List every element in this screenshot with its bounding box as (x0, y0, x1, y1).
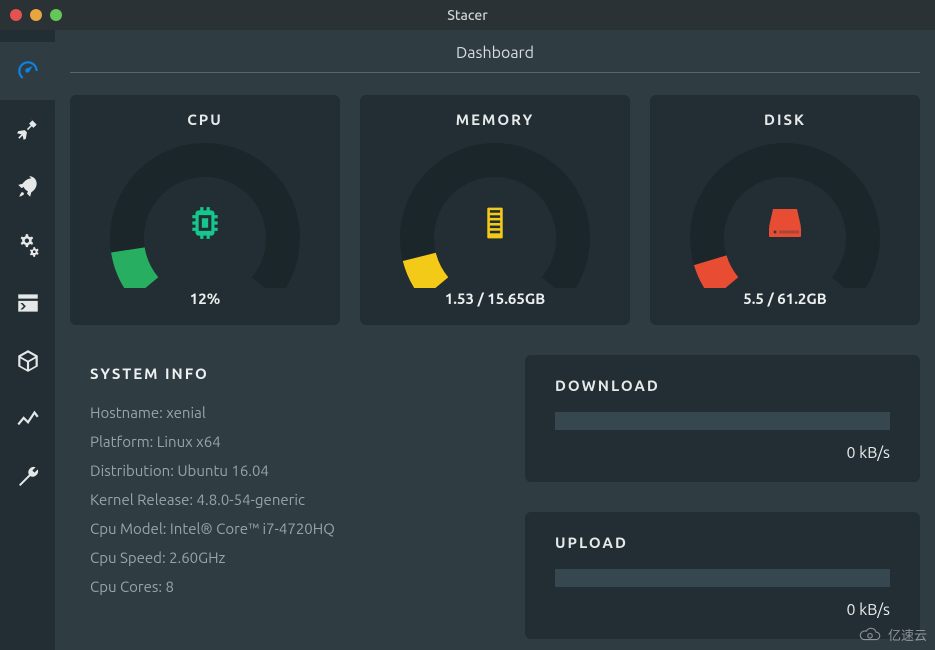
gauge-row: CPU 12% MEMORY 1.53 / 15.65 (70, 95, 920, 325)
memory-icon (479, 205, 511, 245)
upload-title: UPLOAD (555, 534, 890, 551)
system-info-row: Distribution: Ubuntu 16.04 (90, 462, 485, 479)
chart-line-icon (15, 406, 41, 432)
download-rate: 0 kB/s (555, 444, 890, 462)
cloud-icon (858, 626, 882, 644)
system-info-panel: SYSTEM INFO Hostname: xenial Platform: Li… (70, 355, 505, 639)
upload-bar (555, 569, 890, 587)
sidebar-item-services[interactable] (0, 216, 55, 274)
system-info-row: Cpu Speed: 2.60GHz (90, 549, 485, 566)
upload-card: UPLOAD 0 kB/s (525, 512, 920, 639)
sidebar-item-dashboard[interactable] (0, 42, 55, 100)
divider (70, 72, 920, 73)
memory-card: MEMORY 1.53 / 15.65GB (360, 95, 630, 325)
system-info-row: Cpu Cores: 8 (90, 578, 485, 595)
system-info-row: Platform: Linux x64 (90, 433, 485, 450)
watermark-text: 亿速云 (888, 625, 927, 644)
sidebar-item-packages[interactable] (0, 332, 55, 390)
download-bar (555, 412, 890, 430)
memory-value: 1.53 / 15.65GB (445, 290, 545, 307)
disk-value: 5.5 / 61.2GB (743, 290, 826, 307)
gears-icon (15, 232, 41, 258)
page-title: Dashboard (70, 30, 920, 72)
system-info-title: SYSTEM INFO (90, 365, 485, 382)
sidebar-item-resources[interactable] (0, 390, 55, 448)
cpu-title: CPU (187, 111, 223, 128)
package-icon (15, 348, 41, 374)
sidebar-item-cleaner[interactable] (0, 100, 55, 158)
main-content: Dashboard CPU 12% MEMORY (55, 30, 935, 650)
titlebar: Stacer (0, 0, 935, 30)
system-info-row: Cpu Model: Intel® Core™ i7-4720HQ (90, 520, 485, 537)
system-info-row: Kernel Release: 4.8.0-54-generic (90, 491, 485, 508)
wrench-icon (15, 464, 41, 490)
window-title: Stacer (0, 7, 935, 23)
sidebar-item-settings[interactable] (0, 448, 55, 506)
watermark: 亿速云 (858, 625, 927, 644)
disk-title: DISK (764, 111, 806, 128)
disk-card: DISK 5.5 / 61.2GB (650, 95, 920, 325)
sidebar (0, 30, 55, 650)
download-card: DOWNLOAD 0 kB/s (525, 355, 920, 482)
cpu-icon (186, 204, 224, 246)
upload-rate: 0 kB/s (555, 601, 890, 619)
rocket-icon (15, 174, 41, 200)
sidebar-item-startup[interactable] (0, 158, 55, 216)
cleaner-icon (15, 116, 41, 142)
memory-title: MEMORY (456, 111, 534, 128)
cpu-value: 12% (190, 290, 220, 307)
dashboard-icon (15, 58, 41, 84)
disk-icon (765, 205, 805, 245)
download-title: DOWNLOAD (555, 377, 890, 394)
cpu-card: CPU 12% (70, 95, 340, 325)
sidebar-item-processes[interactable] (0, 274, 55, 332)
terminal-icon (15, 290, 41, 316)
system-info-row: Hostname: xenial (90, 404, 485, 421)
